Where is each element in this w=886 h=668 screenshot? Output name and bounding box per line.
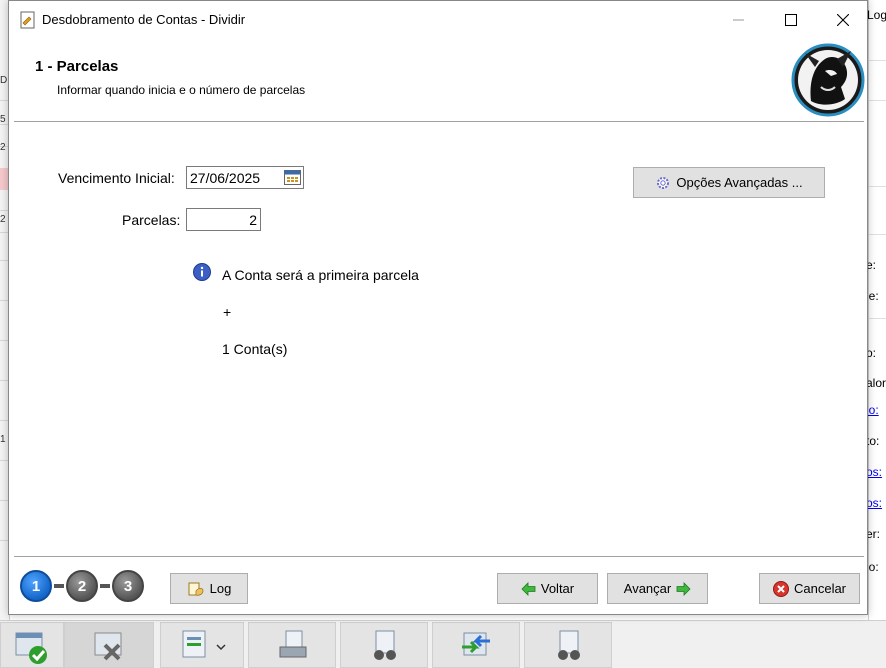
parcelas-label: Parcelas: (122, 212, 181, 228)
background-field-label: alor (866, 376, 886, 390)
header-separator (14, 121, 864, 122)
log-hand-icon (188, 582, 204, 596)
edit-toolbar-button[interactable] (160, 622, 244, 668)
background-left-char: 2 (0, 214, 6, 225)
vencimento-date-value: 27/06/2025 (190, 169, 261, 186)
arrow-right-icon (676, 581, 691, 596)
wizard-step-connector (100, 584, 110, 588)
search-doc-toolbar-button[interactable] (340, 622, 428, 668)
close-icon (837, 14, 849, 26)
cancel-label: Cancelar (793, 581, 847, 596)
background-left-char: 5 (0, 114, 6, 125)
background-left-char: 2 (0, 142, 6, 153)
transfer-toolbar-button[interactable] (432, 622, 520, 668)
binoculars-icon (558, 630, 580, 660)
parcelas-value: 2 (249, 211, 257, 228)
step-subtitle: Informar quando inicia e o número de par… (57, 83, 306, 97)
background-field-label: to: (866, 434, 880, 448)
advanced-options-button[interactable]: Opções Avançadas ... (633, 167, 825, 198)
binoculars-icon (374, 630, 396, 660)
window-title: Desdobramento de Contas - Dividir (42, 12, 246, 27)
minimize-button[interactable] (715, 1, 763, 39)
arrow-left-icon (521, 581, 536, 596)
wizard-step-2: 2 (66, 570, 98, 602)
cancel-toolbar-button[interactable] (64, 622, 154, 668)
back-label: Voltar (540, 581, 575, 596)
next-button[interactable]: Avançar (607, 573, 708, 604)
wizard-step-1: 1 (20, 570, 52, 602)
log-button[interactable]: Log (170, 573, 248, 604)
document-edit-icon (182, 630, 226, 658)
back-button[interactable]: Voltar (497, 573, 598, 604)
info-icon (193, 263, 211, 281)
wizard-step-number: 1 (31, 577, 41, 595)
next-label: Avançar (623, 581, 672, 596)
wizard-step-number: 2 (77, 577, 87, 595)
close-button[interactable] (819, 1, 867, 39)
dividir-dialog: Desdobramento de Contas - Dividir 1 - Pa… (8, 0, 868, 615)
cancel-doc-icon (94, 632, 122, 661)
background-left-char: 1 (0, 434, 6, 445)
wizard-step-connector (54, 584, 64, 588)
step-title: 1 - Parcelas (35, 58, 119, 75)
confirm-toolbar-button[interactable] (0, 622, 64, 668)
maximize-button[interactable] (767, 1, 815, 39)
transfer-arrows-icon (462, 632, 490, 656)
print-icon (279, 630, 307, 658)
background-field-link[interactable]: os: (866, 496, 882, 510)
gear-icon (657, 176, 670, 189)
info-count-text: 1 Conta(s) (222, 341, 288, 357)
calendar-icon (283, 170, 301, 185)
calendar-button[interactable] (282, 168, 302, 187)
footer-separator (14, 556, 864, 557)
vencimento-label: Vencimento Inicial: (58, 170, 175, 186)
warrior-logo-icon (791, 43, 865, 117)
print-toolbar-button[interactable] (248, 622, 336, 668)
maximize-icon (785, 14, 797, 26)
log-label: Log (209, 581, 232, 596)
info-first-parcel-text: A Conta será a primeira parcela (222, 267, 419, 283)
app-document-icon (20, 11, 35, 29)
cancel-x-icon (772, 580, 789, 597)
confirm-icon (15, 632, 47, 664)
background-left-char: D (0, 75, 8, 86)
advanced-options-label: Opções Avançadas ... (676, 175, 803, 190)
cancel-button[interactable]: Cancelar (759, 573, 860, 604)
background-field-link[interactable]: os: (866, 465, 882, 479)
background-log-label: Log (867, 8, 886, 22)
background-field-label: er: (866, 527, 881, 541)
wizard-step-number: 3 (123, 577, 133, 595)
parcelas-field[interactable]: 2 (186, 208, 261, 231)
minimize-icon (733, 19, 744, 21)
view-doc-toolbar-button[interactable] (524, 622, 612, 668)
info-plus-text: + (223, 304, 232, 320)
wizard-step-3: 3 (112, 570, 144, 602)
title-bar: Desdobramento de Contas - Dividir (9, 1, 867, 39)
